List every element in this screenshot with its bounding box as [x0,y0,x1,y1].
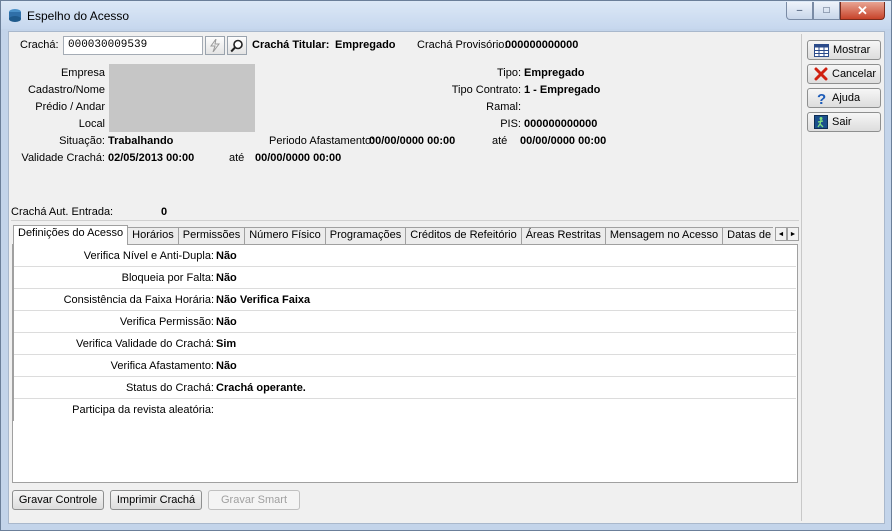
exit-door-icon [814,115,828,129]
situacao-value: Trabalhando [108,135,174,147]
sair-button[interactable]: Sair [807,112,881,132]
validade-ate-label: até [229,152,245,164]
local-label: Local [78,118,105,130]
cracha-input[interactable]: 000030009539 [63,36,203,55]
gravar-controle-button[interactable]: Gravar Controle [12,490,104,510]
separator [11,220,799,221]
side-panel: Mostrar Cancelar ? Ajuda Sair [801,34,883,521]
list-item: Verifica Permissão: Não [14,311,796,333]
list-item: Status do Crachá: Crachá operante. [14,377,796,399]
ramal-label: Ramal: [486,101,521,113]
cancelar-button[interactable]: Cancelar [807,64,881,84]
row-value: Não [216,360,237,372]
tab-numero-fisico[interactable]: Número Físico [244,227,326,245]
app-window: Espelho do Acesso ‒ □ ✕ Crachá: 00003000… [0,0,892,531]
tab-permissoes[interactable]: Permissões [177,227,246,245]
cadastro-label: Cadastro/Nome [27,84,105,96]
gravar-smart-button[interactable]: Gravar Smart [208,490,300,510]
row-label: Bloqueia por Falta: [121,272,214,284]
ajuda-label: Ajuda [832,92,861,104]
imprimir-cracha-button[interactable]: Imprimir Crachá [110,490,202,510]
list-item: Verifica Nível e Anti-Dupla: Não [14,245,796,267]
row-label: Verifica Validade do Crachá: [76,338,214,350]
close-button[interactable]: ✕ [840,2,885,20]
search-icon [230,39,243,52]
tab-scroll-left-icon[interactable]: ◄ [775,227,787,241]
titular-label: Crachá Titular: [252,39,330,51]
validade-value: 02/05/2013 00:00 [108,152,195,164]
row-label: Verifica Nível e Anti-Dupla: [83,250,214,262]
pis-value: 000000000000 [524,118,598,130]
svg-text:?: ? [817,91,826,105]
validade-label: Validade Crachá: [21,152,105,164]
list-item: Verifica Afastamento: Não [14,355,796,377]
empresa-label: Empresa [60,67,105,79]
row-value: Não [216,316,237,328]
search-button[interactable] [227,36,247,55]
window-title: Espelho do Acesso [27,9,130,23]
pis-label: PIS: [500,118,521,130]
aut-entrada-label: Crachá Aut. Entrada: [11,206,114,218]
row-label: Verifica Afastamento: [110,360,214,372]
title-bar[interactable]: Espelho do Acesso ‒ □ ✕ [1,1,891,29]
tipo-value: Empregado [524,67,585,79]
mostrar-label: Mostrar [833,44,871,56]
periodo-value: 00/00/0000 00:00 [369,135,456,147]
maximize-button[interactable]: □ [813,2,840,20]
aut-entrada-value: 0 [161,206,168,218]
tipo-contrato-label: Tipo Contrato: [451,84,521,96]
row-label: Status do Crachá: [125,382,214,394]
ajuda-button[interactable]: ? Ajuda [807,88,881,108]
row-label: Consistência da Faixa Horária: [63,294,214,306]
red-x-icon [814,67,828,81]
tab-definicoes-acesso[interactable]: Definições do Acesso [13,225,129,245]
provisorio-value: 000000000000 [505,39,579,51]
tab-creditos-refeitorio[interactable]: Créditos de Refeitório [405,227,522,245]
row-value: Não [216,272,237,284]
list-item: Verifica Validade do Crachá: Sim [14,333,796,355]
app-icon [9,9,21,22]
periodo-ate-value: 00/00/0000 00:00 [520,135,607,147]
tab-programacoes[interactable]: Programações [324,227,407,245]
titular-value: Empregado [335,39,396,51]
tab-areas-restritas[interactable]: Áreas Restritas [520,227,606,245]
table-grid-icon [814,43,829,57]
row-value: Não Verifica Faixa [216,294,311,306]
tab-datas-validade[interactable]: Datas de Validade [722,227,773,245]
validade-ate-value: 00/00/0000 00:00 [255,152,342,164]
minimize-button[interactable]: ‒ [786,2,813,20]
row-label: Verifica Permissão: [119,316,214,328]
tab-horarios[interactable]: Horários [127,227,179,245]
predio-label: Prédio / Andar [35,101,105,113]
mostrar-button[interactable]: Mostrar [807,40,881,60]
row-label: Participa da revista aleatória: [72,404,214,416]
lightning-button[interactable] [205,36,225,55]
list-item: Bloqueia por Falta: Não [14,267,796,289]
redacted-block [109,64,255,132]
cracha-label: Crachá: [20,39,59,51]
tab-panel-definicoes: Verifica Nível e Anti-Dupla: Não Bloquei… [12,244,798,483]
cancelar-label: Cancelar [832,68,877,80]
provisorio-label: Crachá Provisório: [417,39,508,51]
tab-strip: Definições do Acesso Horários Permissões… [13,225,773,245]
main-panel: Crachá: 000030009539 Crachá Titular: Emp… [11,34,799,521]
window-controls: ‒ □ ✕ [786,2,885,20]
row-value: Crachá operante. [216,382,306,394]
tipo-label: Tipo: [496,67,521,79]
client-area: Crachá: 000030009539 Crachá Titular: Emp… [8,31,885,524]
tab-mensagem-acesso[interactable]: Mensagem no Acesso [604,227,724,245]
tab-scroll-right-icon[interactable]: ► [787,227,799,241]
periodo-ate-label: até [492,135,508,147]
list-item: Participa da revista aleatória: [14,399,796,421]
tab-scroll-arrows: ◄ ► [775,227,799,241]
row-value: Não [216,250,237,262]
situacao-label: Situação: [59,135,105,147]
row-value: Sim [216,338,237,350]
lightning-icon [210,39,220,52]
list-item: Consistência da Faixa Horária: Não Verif… [14,289,796,311]
question-mark-icon: ? [817,91,826,105]
periodo-label: Periodo Afastamento: [269,135,375,147]
tipo-contrato-value: 1 - Empregado [524,84,601,96]
sair-label: Sair [832,116,852,128]
